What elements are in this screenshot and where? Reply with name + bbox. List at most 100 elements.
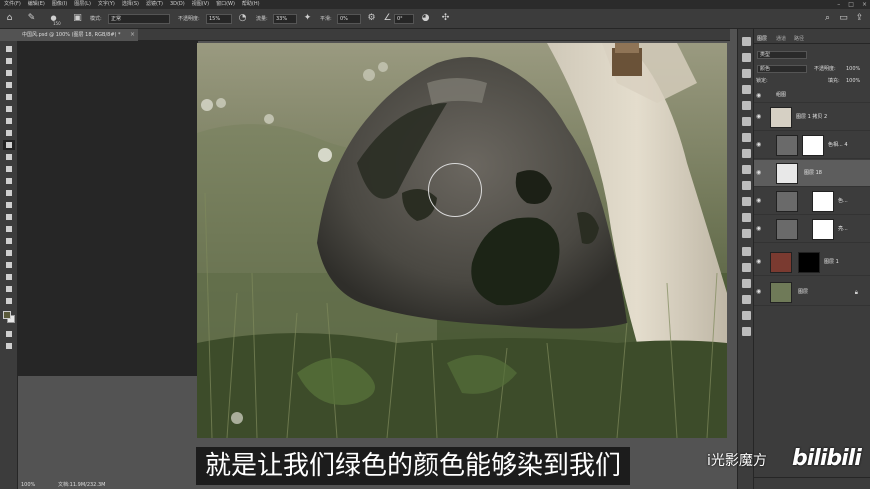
symmetry-icon[interactable]: ✣ (440, 13, 451, 24)
timeline-panel-icon[interactable] (742, 327, 751, 336)
mode-select[interactable]: 正常 (108, 14, 170, 24)
visibility-eye-icon[interactable]: ◉ (756, 198, 763, 204)
visibility-eye-icon[interactable]: ◉ (756, 259, 763, 265)
shape-tool-icon[interactable] (3, 260, 15, 270)
screen-mode-icon[interactable] (3, 341, 15, 351)
menu-type[interactable]: 文字(Y) (98, 0, 115, 9)
layer-row[interactable]: ◉ 亮... (754, 216, 870, 243)
flow-field[interactable]: 33% (273, 14, 297, 24)
type-tool-icon[interactable] (3, 236, 15, 246)
close-window-button[interactable]: × (862, 0, 867, 9)
quick-mask-icon[interactable] (3, 329, 15, 339)
properties-panel-icon[interactable] (742, 53, 751, 62)
eyedropper-tool-icon[interactable] (3, 116, 15, 126)
path-select-tool-icon[interactable] (3, 248, 15, 258)
brush-tool-icon-active[interactable] (3, 140, 15, 150)
shapes-panel-icon[interactable] (742, 229, 751, 238)
menu-filter[interactable]: 滤镜(T) (146, 0, 163, 9)
status-doc-size[interactable]: 文档:11.9M/232.3M (58, 481, 105, 489)
paths-panel-icon[interactable] (742, 263, 751, 272)
opacity-field[interactable]: 15% (206, 14, 232, 24)
lasso-tool-icon[interactable] (3, 68, 15, 78)
fill-value[interactable]: 100% (846, 77, 860, 86)
layer-row[interactable]: ◉ 图层 1 (754, 249, 870, 276)
menu-layer[interactable]: 图层(L) (74, 0, 91, 9)
brush-panel-icon[interactable] (742, 133, 751, 142)
visibility-eye-icon[interactable]: ◉ (756, 226, 763, 232)
smoothing-field[interactable]: 0% (337, 14, 361, 24)
character-panel-icon[interactable] (742, 149, 751, 158)
home-icon[interactable]: ⌂ (4, 13, 15, 24)
menu-edit[interactable]: 编辑(E) (28, 0, 45, 9)
search-icon[interactable]: ⌕ (822, 13, 833, 24)
glyphs-panel-icon[interactable] (742, 181, 751, 190)
menu-view[interactable]: 视图(V) (192, 0, 209, 9)
clone-stamp-tool-icon[interactable] (3, 152, 15, 162)
status-zoom[interactable]: 100% (21, 481, 35, 489)
more-tools-icon[interactable] (3, 296, 15, 306)
zoom-tool-icon[interactable] (3, 284, 15, 294)
channels-panel-icon[interactable] (742, 247, 751, 256)
info-panel-icon[interactable] (742, 295, 751, 304)
tab-paths[interactable]: 路径 (794, 34, 804, 44)
hand-tool-icon[interactable] (3, 272, 15, 282)
blur-tool-icon[interactable] (3, 200, 15, 210)
document-canvas[interactable] (197, 43, 727, 438)
crop-tool-icon[interactable] (3, 92, 15, 102)
foreground-color-swatch[interactable] (3, 311, 11, 319)
menu-select[interactable]: 选择(S) (122, 0, 139, 9)
airbrush-icon[interactable]: ✦ (302, 13, 313, 24)
layer-row[interactable]: ◉ 图层 1 拷贝 2 (754, 104, 870, 131)
pen-tool-icon[interactable] (3, 224, 15, 234)
angle-field[interactable]: 0° (394, 14, 414, 24)
dodge-tool-icon[interactable] (3, 212, 15, 222)
brush-tool-icon[interactable]: ✎ (26, 13, 37, 24)
brush-settings-icon[interactable]: ▣ (72, 13, 83, 24)
actions-panel-icon[interactable] (742, 311, 751, 320)
adjustments-panel-icon[interactable] (742, 69, 751, 78)
gradient-tool-icon[interactable] (3, 188, 15, 198)
pressure-size-icon[interactable]: ◕ (420, 13, 431, 24)
quick-select-tool-icon[interactable] (3, 80, 15, 90)
navigator-panel-icon[interactable] (742, 279, 751, 288)
maximize-button[interactable]: □ (848, 0, 854, 9)
menu-window[interactable]: 窗口(W) (216, 0, 235, 9)
share-icon[interactable]: ⇪ (854, 13, 865, 24)
visibility-eye-icon[interactable]: ◉ (756, 289, 763, 295)
frame-tool-icon[interactable] (3, 104, 15, 114)
visibility-eye-icon[interactable]: ◉ (756, 170, 763, 176)
layer-filter-select[interactable]: 类型 (757, 51, 807, 59)
pressure-opacity-icon[interactable]: ◔ (237, 13, 248, 24)
layer-row[interactable]: ◉ 色... (754, 188, 870, 215)
paragraph-panel-icon[interactable] (742, 165, 751, 174)
history-panel-icon[interactable] (742, 37, 751, 46)
menu-3d[interactable]: 3D(D) (170, 0, 185, 9)
layer-group-row[interactable]: ◉ 组图 (754, 89, 870, 103)
layer-opacity-value[interactable]: 100% (846, 65, 860, 74)
healing-brush-tool-icon[interactable] (3, 128, 15, 138)
close-tab-icon[interactable]: × (130, 29, 135, 41)
smoothing-options-icon[interactable]: ⚙ (366, 13, 377, 24)
layer-row-selected[interactable]: ◉ 图层 18 (754, 160, 870, 187)
document-tab[interactable]: 中国风.psd @ 100% (图层 18, RGB/8#) * × (18, 29, 138, 41)
styles-panel-icon[interactable] (742, 197, 751, 206)
libraries-panel-icon[interactable] (742, 85, 751, 94)
menu-image[interactable]: 图像(I) (52, 0, 67, 9)
visibility-eye-icon[interactable]: ◉ (756, 142, 763, 148)
layer-row[interactable]: ◉ 图层 🔒︎ (754, 279, 870, 306)
patterns-panel-icon[interactable] (742, 213, 751, 222)
tab-channels[interactable]: 通道 (776, 34, 786, 44)
menu-file[interactable]: 文件(F) (4, 0, 21, 9)
visibility-eye-icon[interactable]: ◉ (756, 114, 763, 120)
eraser-tool-icon[interactable] (3, 176, 15, 186)
workspace-icon[interactable]: ▭ (838, 13, 849, 24)
blend-mode-select[interactable]: 颜色 (757, 65, 807, 73)
marquee-tool-icon[interactable] (3, 56, 15, 66)
move-tool-icon[interactable] (3, 44, 15, 54)
visibility-eye-icon[interactable]: ◉ (756, 93, 763, 99)
minimize-button[interactable]: – (837, 0, 840, 9)
layer-row[interactable]: ◉ 色相... 4 (754, 132, 870, 159)
color-panel-icon[interactable] (742, 117, 751, 126)
menu-help[interactable]: 帮助(H) (242, 0, 260, 9)
history-brush-tool-icon[interactable] (3, 164, 15, 174)
